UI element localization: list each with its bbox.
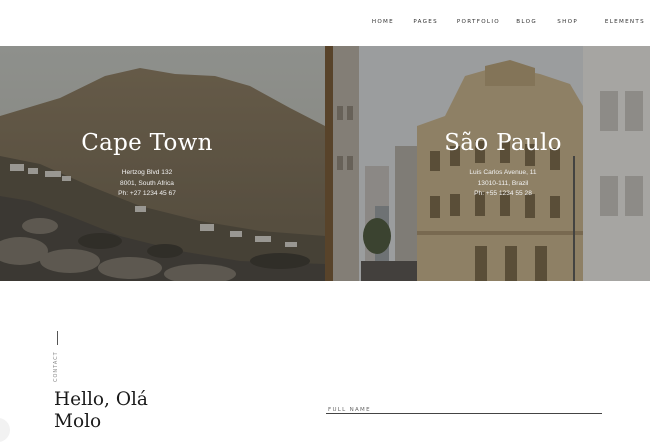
locations-hero: Cape Town Hertzog Blvd 132 8001, South A…	[0, 46, 650, 281]
contact-section-label: CONTACT	[53, 351, 61, 382]
location-panel-sao-paulo: São Paulo Luis Carlos Avenue, 11 13010-1…	[325, 46, 650, 281]
full-name-input[interactable]	[326, 407, 602, 417]
nav-shop[interactable]: SHOP	[557, 19, 578, 25]
site-header: HOME PAGES PORTFOLIO BLOG SHOP ELEMENTS	[0, 0, 650, 46]
phone-number: Ph: +27 1234 45 67	[118, 190, 176, 197]
heading-line: Molo	[54, 411, 102, 432]
phone-number: Ph: +55 1234 55 28	[474, 190, 532, 197]
decorative-circle	[0, 418, 10, 442]
nav-portfolio[interactable]: PORTFOLIO	[457, 19, 500, 25]
contact-divider	[57, 331, 58, 345]
cape-town-info: Cape Town Hertzog Blvd 132 8001, South A…	[62, 130, 232, 200]
nav-pages[interactable]: PAGES	[413, 19, 438, 25]
nav-elements[interactable]: ELEMENTS	[605, 19, 645, 25]
address-line: 8001, South Africa	[120, 179, 174, 187]
full-name-field	[326, 398, 602, 417]
city-title: Cape Town	[81, 130, 213, 156]
contact-heading: Hello, Olá Molo	[54, 389, 148, 433]
nav-home[interactable]: HOME	[372, 19, 394, 25]
address-line: Luis Carlos Avenue, 11	[469, 169, 537, 176]
nav-blog[interactable]: BLOG	[516, 19, 537, 25]
city-title: São Paulo	[444, 130, 562, 156]
contact-label-text: CONTACT	[53, 351, 59, 382]
location-panel-cape-town: Cape Town Hertzog Blvd 132 8001, South A…	[0, 46, 325, 281]
address-line: 13010-111, Brazil	[477, 179, 529, 187]
sao-paulo-info: São Paulo Luis Carlos Avenue, 11 13010-1…	[418, 130, 588, 200]
heading-line: Hello, Olá	[54, 389, 148, 410]
address-line: Hertzog Blvd 132	[121, 169, 173, 176]
